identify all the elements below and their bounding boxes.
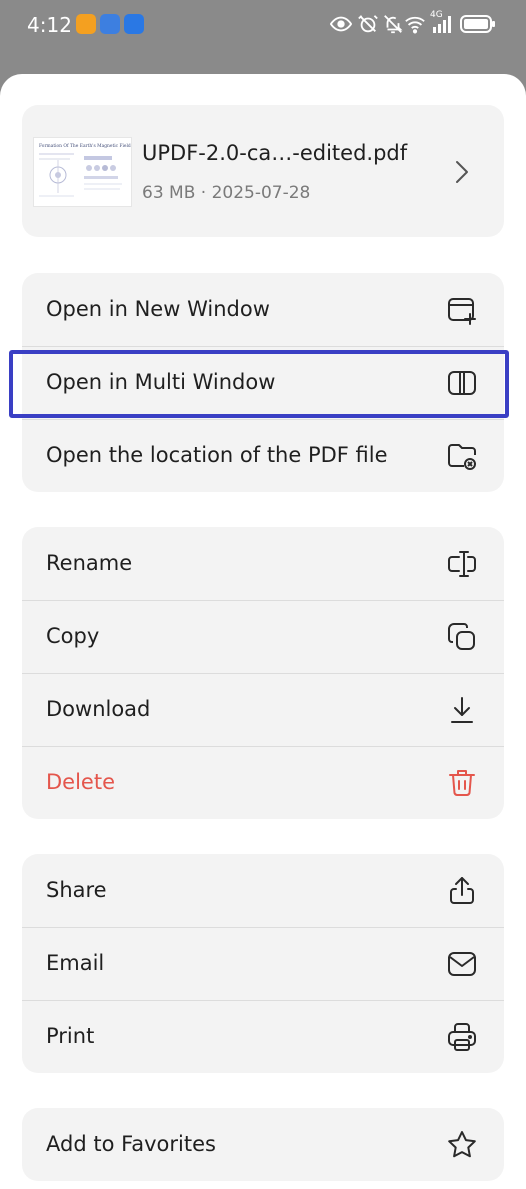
favorites-group: Add to Favorites	[22, 1108, 504, 1181]
menu-item-label: Share	[46, 878, 107, 902]
menu-item-download[interactable]: Download	[22, 673, 504, 746]
notification-app-icon	[100, 14, 120, 34]
copy-icon	[448, 623, 475, 650]
pdf-thumbnail: Formation Of The Earth's Magnetic Field	[33, 137, 132, 207]
printer-icon	[448, 1023, 476, 1051]
chevron-right-icon[interactable]	[450, 158, 472, 186]
menu-item-delete[interactable]: Delete	[22, 746, 504, 819]
menu-item-email[interactable]: Email	[22, 927, 504, 1000]
menu-item-open-file-location[interactable]: Open the location of the PDF file	[22, 419, 504, 492]
menu-item-copy[interactable]: Copy	[22, 600, 504, 673]
download-icon	[451, 697, 473, 723]
status-bar: 4:12 4G	[0, 0, 526, 50]
file-info-card[interactable]: Formation Of The Earth's Magnetic Field …	[22, 105, 504, 237]
file-meta: 63 MB · 2025-07-28	[142, 183, 311, 203]
folder-location-icon	[448, 444, 476, 470]
menu-item-label: Copy	[46, 624, 100, 648]
status-time: 4:12	[27, 13, 72, 37]
menu-item-label: Open in Multi Window	[46, 370, 276, 394]
menu-item-open-new-window[interactable]: Open in New Window	[22, 273, 504, 346]
battery-icon	[460, 15, 495, 33]
file-operations-group: Rename Copy Download Delete	[22, 527, 504, 819]
menu-item-label: Delete	[46, 770, 115, 794]
menu-item-label: Open the location of the PDF file	[46, 443, 388, 467]
rename-icon	[448, 551, 476, 577]
new-window-icon	[448, 298, 476, 325]
split-window-icon	[448, 371, 476, 395]
file-name: UPDF-2.0-ca…-edited.pdf	[142, 141, 408, 165]
bottom-sheet: Formation Of The Earth's Magnetic Field …	[0, 74, 526, 1189]
menu-item-open-multi-window[interactable]: Open in Multi Window	[22, 346, 504, 419]
menu-item-label: Add to Favorites	[46, 1132, 216, 1156]
mail-icon	[448, 952, 476, 976]
menu-item-rename[interactable]: Rename	[22, 527, 504, 600]
star-icon	[448, 1131, 476, 1158]
alarm-off-icon	[358, 15, 378, 33]
thumbnail-title: Formation Of The Earth's Magnetic Field	[39, 144, 131, 149]
menu-item-label: Download	[46, 697, 151, 721]
share-icon	[450, 877, 474, 904]
share-actions-group: Share Email Print	[22, 854, 504, 1073]
notification-app-icon	[76, 14, 96, 34]
menu-item-label: Print	[46, 1024, 95, 1048]
menu-item-add-favorites[interactable]: Add to Favorites	[22, 1108, 504, 1181]
menu-item-label: Open in New Window	[46, 297, 270, 321]
menu-item-label: Email	[46, 951, 105, 975]
trash-icon	[449, 770, 475, 796]
bell-off-icon	[384, 15, 403, 34]
menu-item-print[interactable]: Print	[22, 1000, 504, 1073]
notification-app-icon	[124, 14, 144, 34]
menu-item-label: Rename	[46, 551, 133, 575]
menu-item-share[interactable]: Share	[22, 854, 504, 927]
eye-icon	[330, 16, 352, 32]
open-actions-group: Open in New Window Open in Multi Window …	[22, 273, 504, 492]
signal-icon	[433, 16, 451, 33]
wifi-icon	[405, 16, 425, 34]
